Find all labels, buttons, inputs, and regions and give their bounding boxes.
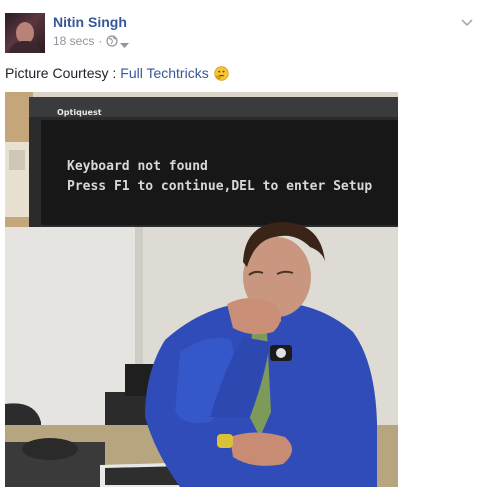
- caret-down-icon[interactable]: [120, 38, 130, 48]
- caption-link[interactable]: Full Techtricks: [120, 65, 208, 81]
- screen-line-2: Press F1 to continue,DEL to enter Setup: [67, 179, 372, 194]
- author-name[interactable]: Nitin Singh: [53, 14, 127, 30]
- avatar-shirt: [9, 41, 41, 53]
- author-avatar[interactable]: [5, 13, 45, 53]
- post-time[interactable]: 18 secs: [53, 34, 94, 48]
- screen-line-1: Keyboard not found: [67, 159, 208, 174]
- caption-prefix: Picture Courtesy :: [5, 65, 117, 81]
- globe-icon[interactable]: [106, 35, 118, 47]
- monitor-brand: Optiquest: [57, 108, 102, 117]
- post-photo[interactable]: Optiquest Keyboard not found Press F1 to…: [5, 92, 398, 487]
- chevron-down-icon[interactable]: [461, 14, 473, 27]
- post-meta: 18 secs ·: [53, 34, 130, 48]
- meta-separator: ·: [98, 34, 103, 48]
- thinking-emoji-icon: [214, 65, 229, 81]
- post-caption: Picture Courtesy : Full Techtricks: [5, 65, 229, 81]
